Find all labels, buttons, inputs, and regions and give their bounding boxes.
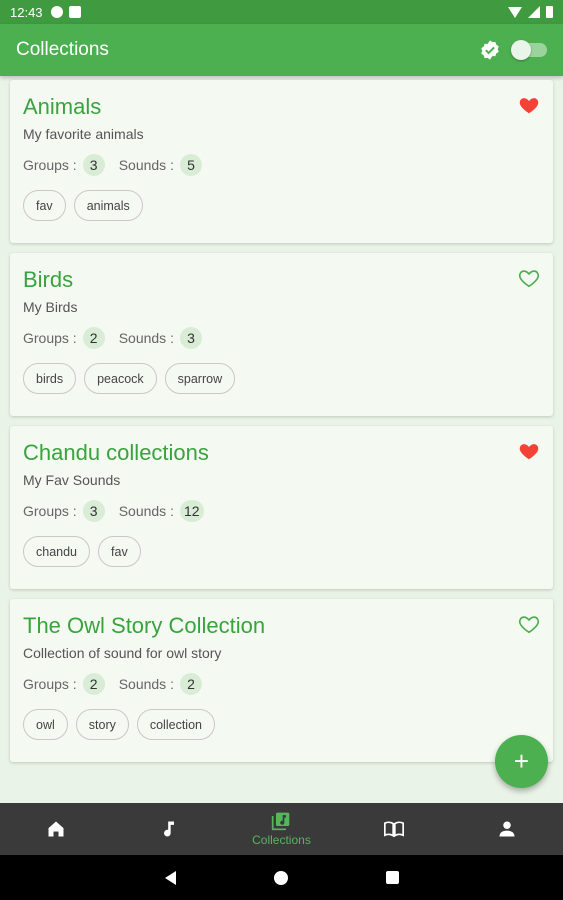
collection-description: My Birds bbox=[23, 299, 78, 315]
sounds-count: 12 bbox=[179, 500, 204, 522]
groups-label: Groups : bbox=[23, 676, 77, 692]
tag-chip[interactable]: sparrow bbox=[164, 363, 236, 394]
groups-count: 3 bbox=[82, 500, 105, 522]
tag-list: birds peacock sparrow bbox=[23, 363, 540, 394]
collection-card[interactable]: Birds My Birds Groups : 2 Sounds : 3 bir… bbox=[10, 253, 553, 416]
collection-description: My favorite animals bbox=[23, 126, 144, 142]
mode-toggle[interactable] bbox=[511, 40, 547, 60]
wifi-icon bbox=[508, 6, 522, 18]
plus-icon: + bbox=[513, 746, 530, 776]
book-icon bbox=[384, 821, 405, 838]
collection-card[interactable]: The Owl Story Collection Collection of s… bbox=[10, 599, 553, 762]
back-icon[interactable] bbox=[164, 870, 176, 885]
tag-chip[interactable]: owl bbox=[23, 709, 68, 740]
home-icon bbox=[48, 821, 64, 837]
sounds-count: 5 bbox=[179, 154, 202, 176]
tag-chip[interactable]: fav bbox=[23, 190, 66, 221]
sd-card-icon bbox=[68, 6, 81, 18]
collection-card[interactable]: Chandu collections My Fav Sounds Groups … bbox=[10, 426, 553, 589]
recents-icon[interactable] bbox=[385, 871, 399, 884]
collection-title: Chandu collections bbox=[23, 440, 209, 465]
bottom-navigation: Collections bbox=[0, 803, 563, 855]
battery-icon bbox=[546, 6, 553, 18]
signal-icon bbox=[528, 6, 540, 18]
sounds-count: 3 bbox=[179, 327, 202, 349]
favorite-heart-icon[interactable] bbox=[518, 94, 540, 116]
sounds-label: Sounds : bbox=[118, 676, 174, 692]
favorite-heart-icon[interactable] bbox=[518, 613, 540, 635]
collection-title: The Owl Story Collection bbox=[23, 613, 266, 638]
nav-item-home[interactable] bbox=[0, 803, 113, 855]
collection-stats: Groups : 2 Sounds : 2 bbox=[23, 673, 540, 695]
tag-chip[interactable]: peacock bbox=[84, 363, 157, 394]
groups-count: 2 bbox=[82, 327, 105, 349]
sounds-label: Sounds : bbox=[118, 330, 174, 346]
favorite-heart-icon[interactable] bbox=[518, 440, 540, 462]
tag-list: owl story collection bbox=[23, 709, 540, 740]
nav-item-stories[interactable] bbox=[338, 803, 451, 855]
collection-stats: Groups : 3 Sounds : 5 bbox=[23, 154, 540, 176]
collection-title: Animals bbox=[23, 94, 102, 119]
collection-title: Birds bbox=[23, 267, 74, 292]
groups-count: 3 bbox=[82, 154, 105, 176]
tag-chip[interactable]: animals bbox=[73, 190, 143, 221]
nav-item-profile[interactable] bbox=[450, 803, 563, 855]
sounds-label: Sounds : bbox=[118, 157, 174, 173]
nav-label-collections: Collections bbox=[252, 833, 311, 847]
sounds-label: Sounds : bbox=[118, 503, 174, 519]
add-collection-button[interactable]: + bbox=[495, 735, 548, 788]
person-icon bbox=[499, 821, 515, 837]
music-note-icon bbox=[163, 821, 174, 837]
groups-count: 2 bbox=[82, 673, 105, 695]
tag-chip[interactable]: fav bbox=[98, 536, 141, 567]
favorite-heart-icon[interactable] bbox=[518, 267, 540, 289]
toggle-knob[interactable] bbox=[511, 40, 531, 60]
home-circle-icon[interactable] bbox=[273, 870, 288, 885]
app-bar: Collections bbox=[0, 24, 563, 76]
groups-label: Groups : bbox=[23, 157, 77, 173]
tag-chip[interactable]: chandu bbox=[23, 536, 91, 567]
collection-card[interactable]: Animals My favorite animals Groups : 3 S… bbox=[10, 80, 553, 243]
groups-label: Groups : bbox=[23, 503, 77, 519]
groups-label: Groups : bbox=[23, 330, 77, 346]
collection-description: Collection of sound for owl story bbox=[23, 645, 222, 661]
nav-item-collections[interactable]: Collections bbox=[225, 803, 338, 855]
tag-chip[interactable]: collection bbox=[136, 709, 215, 740]
collection-stats: Groups : 2 Sounds : 3 bbox=[23, 327, 540, 349]
system-navigation-bar bbox=[0, 855, 563, 900]
page-title: Collections bbox=[16, 39, 109, 60]
verified-badge-icon[interactable] bbox=[479, 39, 501, 61]
tag-list: fav animals bbox=[23, 190, 540, 221]
app-notification-icon bbox=[50, 6, 63, 18]
tag-list: chandu fav bbox=[23, 536, 540, 567]
nav-item-sounds[interactable] bbox=[113, 803, 226, 855]
status-bar: 12:43 bbox=[0, 0, 563, 24]
collections-icon bbox=[272, 812, 290, 831]
collection-stats: Groups : 3 Sounds : 12 bbox=[23, 500, 540, 522]
sounds-count: 2 bbox=[179, 673, 202, 695]
collections-list: Animals My favorite animals Groups : 3 S… bbox=[10, 80, 553, 772]
tag-chip[interactable]: story bbox=[75, 709, 129, 740]
collection-description: My Fav Sounds bbox=[23, 472, 121, 488]
tag-chip[interactable]: birds bbox=[23, 363, 77, 394]
status-time: 12:43 bbox=[10, 4, 43, 20]
